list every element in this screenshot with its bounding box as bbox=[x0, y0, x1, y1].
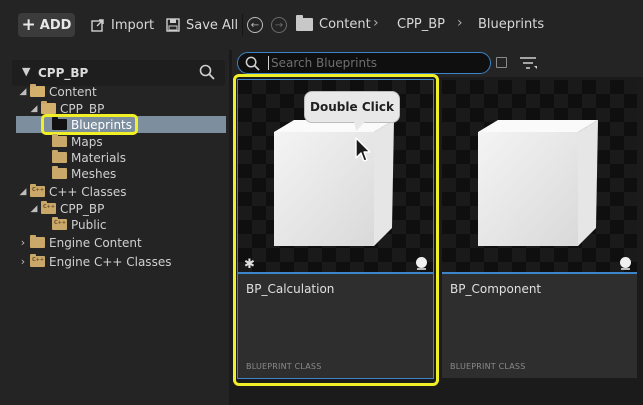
tree-item-public[interactable]: C++ Public bbox=[52, 216, 107, 233]
asset-tile-bp-component[interactable]: BP_Component BLUEPRINT CLASS bbox=[442, 80, 637, 378]
tree-item-label: Maps bbox=[71, 134, 103, 149]
tree-item-cpp-classes[interactable]: ◢ C++ C++ Classes bbox=[18, 183, 127, 200]
highlight-box bbox=[41, 114, 138, 135]
breadcrumb-chevron-icon: › bbox=[373, 15, 379, 31]
folder-open-icon bbox=[41, 101, 56, 114]
tree-item-engine-content[interactable]: › Engine Content bbox=[18, 234, 142, 251]
asset-name: BP_Component bbox=[450, 282, 542, 296]
save-search-icon[interactable] bbox=[496, 57, 507, 68]
tree-item-cpp-bp-classes[interactable]: ◢ C++ CPP_BP bbox=[29, 200, 104, 217]
filter-bar: Search Blueprints bbox=[232, 50, 643, 77]
toolbar-divider bbox=[242, 14, 243, 36]
cube-thumbnail bbox=[478, 120, 598, 246]
add-button[interactable]: + ADD bbox=[18, 13, 75, 37]
tree-item-label: Public bbox=[71, 217, 107, 232]
callout-text: Double Click bbox=[310, 100, 394, 114]
source-control-icon bbox=[620, 257, 631, 270]
asset-thumbnail bbox=[442, 80, 637, 272]
import-label: Import bbox=[111, 17, 155, 33]
mouse-cursor-icon bbox=[355, 137, 371, 162]
add-button-label: ADD bbox=[39, 17, 72, 33]
chevron-down-icon[interactable]: ◢ bbox=[29, 104, 39, 114]
tree-item-meshes[interactable]: Meshes bbox=[52, 165, 116, 182]
chevron-down-icon[interactable]: ▼ bbox=[22, 65, 30, 78]
import-button[interactable]: Import bbox=[91, 13, 154, 37]
save-icon bbox=[166, 18, 180, 32]
double-click-callout: Double Click bbox=[304, 91, 400, 123]
folder-icon bbox=[52, 166, 67, 179]
chevron-down-icon[interactable]: ◢ bbox=[18, 187, 28, 197]
breadcrumb-chevron-icon: › bbox=[457, 15, 463, 31]
search-input[interactable]: Search Blueprints bbox=[237, 52, 491, 74]
tree-item-engine-cpp-classes[interactable]: › C++ Engine C++ Classes bbox=[18, 253, 171, 270]
save-all-button[interactable]: Save All bbox=[166, 13, 238, 37]
search-placeholder: Search Blueprints bbox=[268, 56, 377, 70]
tree-item-label: Content bbox=[49, 84, 97, 99]
asset-class-label: BLUEPRINT CLASS bbox=[450, 362, 526, 371]
breadcrumb-cpp-bp[interactable]: CPP_BP bbox=[397, 17, 445, 32]
arrow-right-icon: → bbox=[274, 19, 284, 31]
cpp-folder-icon: C++ bbox=[41, 201, 56, 214]
cpp-folder-icon: C++ bbox=[30, 254, 45, 267]
chevron-down-icon[interactable]: ◢ bbox=[18, 87, 28, 97]
folder-open-icon bbox=[30, 84, 45, 97]
chevron-down-icon[interactable]: ◢ bbox=[29, 204, 39, 214]
import-icon bbox=[91, 19, 104, 32]
tree-item-label: Meshes bbox=[71, 166, 117, 181]
content-browser-toolbar: + ADD Import Save All ← → Content › CPP_… bbox=[0, 0, 643, 50]
cpp-folder-icon: C++ bbox=[52, 217, 67, 230]
tree-item-maps[interactable]: Maps bbox=[52, 133, 103, 150]
save-all-label: Save All bbox=[186, 17, 239, 33]
tree-item-label: Engine Content bbox=[49, 235, 142, 250]
tree-item-content[interactable]: ◢ Content bbox=[18, 83, 97, 100]
back-button[interactable]: ← bbox=[247, 17, 263, 33]
breadcrumb-content[interactable]: Content bbox=[319, 17, 371, 32]
sources-panel: ▼ CPP_BP ◢ Content ◢ CPP_BP Blueprints M… bbox=[0, 50, 229, 405]
filter-icon[interactable] bbox=[519, 56, 539, 70]
sources-panel-title: CPP_BP bbox=[38, 66, 89, 80]
search-icon[interactable] bbox=[199, 64, 215, 80]
arrow-left-icon: ← bbox=[250, 19, 260, 31]
folder-icon bbox=[52, 134, 67, 147]
tree-item-label: C++ Classes bbox=[49, 184, 127, 199]
search-icon bbox=[245, 56, 260, 71]
breadcrumb-blueprints[interactable]: Blueprints bbox=[478, 17, 544, 32]
tree-item-label: Engine C++ Classes bbox=[49, 254, 172, 269]
chevron-right-icon[interactable]: › bbox=[18, 255, 28, 268]
folder-icon bbox=[30, 235, 45, 248]
tree-item-label: CPP_BP bbox=[60, 201, 105, 216]
cpp-folder-icon: C++ bbox=[30, 184, 45, 197]
tree-item-materials[interactable]: Materials bbox=[52, 149, 126, 166]
asset-type-color-bar bbox=[442, 272, 637, 274]
folder-icon bbox=[296, 15, 313, 31]
folder-icon bbox=[52, 150, 67, 163]
forward-button[interactable]: → bbox=[271, 17, 287, 33]
chevron-right-icon[interactable]: › bbox=[18, 236, 28, 249]
plus-icon: + bbox=[21, 14, 36, 35]
tree-item-label: Materials bbox=[71, 150, 127, 165]
